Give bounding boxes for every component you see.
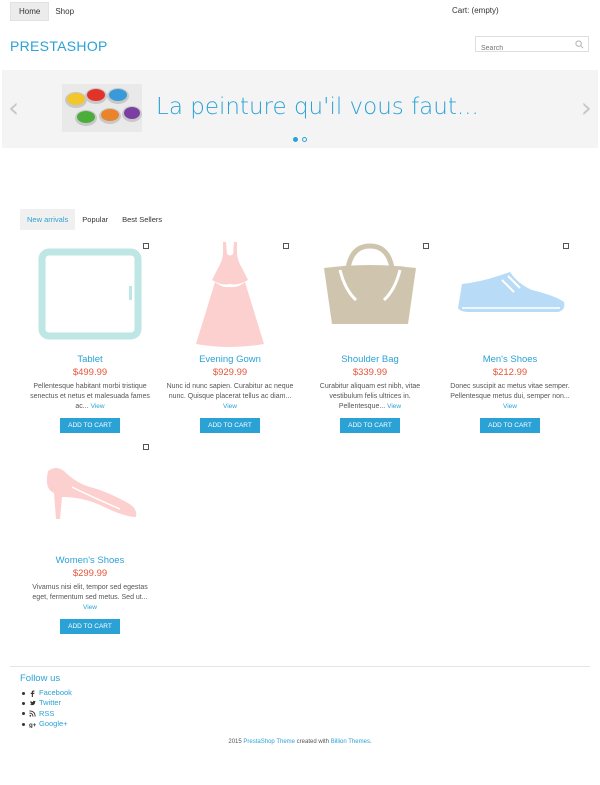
add-to-cart-button[interactable]: ADD TO CART xyxy=(200,418,260,433)
quick-view-checkbox[interactable] xyxy=(143,444,149,450)
product-description: Nunc id nunc sapien. Curabitur ac neque … xyxy=(166,383,294,410)
site-logo[interactable]: PRESTASHOP xyxy=(10,38,108,54)
paint-cans-image xyxy=(62,84,142,132)
slide-caption: La peinture qu'il vous faut... xyxy=(156,94,479,120)
product-name[interactable]: Men's Shoes xyxy=(440,354,580,365)
product-name[interactable]: Tablet xyxy=(20,354,160,365)
product-price: $339.99 xyxy=(352,367,388,378)
social-label: RSS xyxy=(39,708,55,718)
quick-view-checkbox[interactable] xyxy=(423,243,429,249)
top-nav: Home Shop xyxy=(10,1,80,21)
slider-pager xyxy=(293,137,307,142)
bullet xyxy=(22,712,25,716)
social-item-rss[interactable]: RSS xyxy=(22,709,72,719)
nav-home-link[interactable]: Home xyxy=(10,1,50,21)
product-price: $929.99 xyxy=(212,367,248,378)
add-to-cart-button[interactable]: ADD TO CART xyxy=(340,418,400,433)
google-plus-icon: g+ xyxy=(29,722,36,728)
twitter-icon xyxy=(29,700,36,706)
quick-view-checkbox[interactable] xyxy=(143,243,149,249)
product-card: Evening Gown $929.99 Nunc id nunc sapien… xyxy=(160,240,300,440)
author-link[interactable]: Billion Themes xyxy=(331,739,370,745)
add-to-cart-button[interactable]: ADD TO CART xyxy=(480,418,540,433)
tab-best-sellers[interactable]: Best Sellers xyxy=(115,209,169,230)
view-link[interactable]: View xyxy=(91,403,105,410)
facebook-icon xyxy=(30,690,35,697)
view-link[interactable]: View xyxy=(503,403,517,410)
bullet xyxy=(22,722,25,726)
product-description: Curabitur aliquam est nibh, vitae vestib… xyxy=(319,383,421,410)
social-item-twitter[interactable]: Twitter xyxy=(22,698,72,708)
tab-popular[interactable]: Popular xyxy=(75,209,115,230)
high-heel-icon[interactable] xyxy=(20,441,160,549)
copyright: 2015 PrestaShop Theme created with Billi… xyxy=(228,739,372,745)
quick-view-checkbox[interactable] xyxy=(283,243,289,249)
slider-dot-1[interactable] xyxy=(293,137,298,142)
chevron-right-icon[interactable]: › xyxy=(581,94,592,122)
product-price: $212.99 xyxy=(492,367,528,378)
social-label: Facebook xyxy=(39,688,72,697)
theme-link[interactable]: PrestaShop Theme xyxy=(243,739,295,745)
search-box xyxy=(475,36,589,56)
product-tabs: New arrivals Popular Best Sellers xyxy=(20,209,169,230)
product-name[interactable]: Shoulder Bag xyxy=(300,354,440,365)
product-name[interactable]: Evening Gown xyxy=(160,354,300,365)
svg-text:g+: g+ xyxy=(29,722,36,728)
tab-new-arrivals[interactable]: New arrivals xyxy=(20,209,76,230)
slider-dot-2[interactable] xyxy=(302,137,307,142)
nav-shop-link[interactable]: Shop xyxy=(49,3,80,20)
add-to-cart-button[interactable]: ADD TO CART xyxy=(60,418,120,433)
bullet xyxy=(22,691,25,695)
footer-divider xyxy=(10,666,590,667)
social-item-google-plus[interactable]: g+ Google+ xyxy=(22,719,72,729)
product-card: Women's Shoes $299.99 Vivamus nisi elit,… xyxy=(20,441,160,641)
product-card: Men's Shoes $212.99 Donec suscipit ac me… xyxy=(440,240,580,440)
product-description: Donec suscipit ac metus vitae semper. Pe… xyxy=(450,383,570,410)
search-icon[interactable] xyxy=(575,40,584,49)
view-link[interactable]: View xyxy=(83,604,97,611)
shoe-icon[interactable] xyxy=(440,240,580,348)
chevron-left-icon[interactable]: ‹ xyxy=(8,94,19,122)
home-slider: ‹ › La peinture qu'il vous faut... xyxy=(2,70,598,148)
view-link[interactable]: View xyxy=(387,403,401,410)
cart-link[interactable]: Cart: (empty) xyxy=(452,6,499,15)
add-to-cart-button[interactable]: ADD TO CART xyxy=(60,619,120,634)
product-description: Pellentesque habitant morbi tristique se… xyxy=(30,383,150,410)
social-label: Google+ xyxy=(39,718,68,728)
social-label: Twitter xyxy=(39,698,62,708)
social-links: Facebook Twitter RSS g+ Google+ xyxy=(22,688,72,729)
search-input[interactable] xyxy=(476,41,571,56)
rss-icon xyxy=(29,710,36,717)
product-price: $299.99 xyxy=(72,568,108,579)
dress-icon[interactable] xyxy=(160,240,300,348)
product-card: Shoulder Bag $339.99 Curabitur aliquam e… xyxy=(300,240,440,440)
product-name[interactable]: Women's Shoes xyxy=(20,555,160,566)
tablet-icon[interactable] xyxy=(20,240,160,348)
view-link[interactable]: View xyxy=(223,403,237,410)
bullet xyxy=(22,701,25,705)
follow-us-title: Follow us xyxy=(20,673,61,684)
social-item-facebook[interactable]: Facebook xyxy=(22,688,72,698)
product-description: Vivamus nisi elit, tempor sed egestas eg… xyxy=(32,584,148,611)
product-price: $499.99 xyxy=(72,367,108,378)
quick-view-checkbox[interactable] xyxy=(563,243,569,249)
bag-icon[interactable] xyxy=(300,240,440,348)
product-card: Tablet $499.99 Pellentesque habitant mor… xyxy=(20,240,160,440)
